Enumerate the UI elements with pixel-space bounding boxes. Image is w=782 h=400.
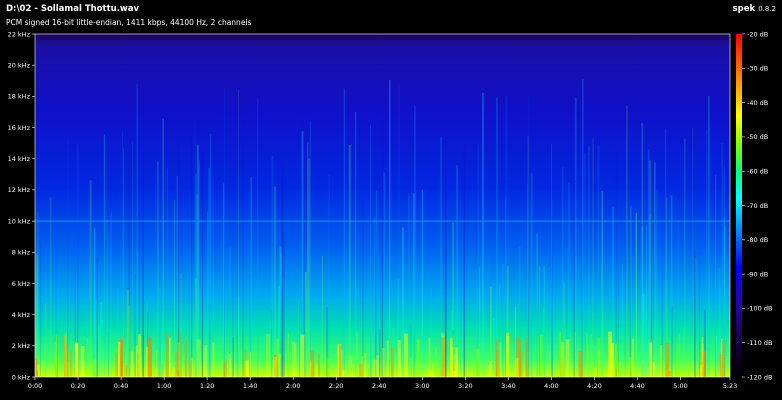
freq-tick-label: 2 kHz	[12, 342, 31, 350]
db-tick-label: -30 dB	[747, 65, 768, 73]
db-tick-label: -120 dB	[747, 373, 772, 381]
time-tick-label: 5:00	[673, 382, 688, 390]
freq-tick-label: 8 kHz	[12, 249, 31, 257]
time-tick-label: 1:20	[200, 382, 215, 390]
db-tick-label: -60 dB	[747, 168, 768, 176]
time-tick-label: 3:40	[501, 382, 516, 390]
frequency-axis: 0 kHz 2 kHz 4 kHz 6 kHz 8 kHz 10 kHz 12 kHz 14 …	[8, 30, 35, 381]
freq-tick-label: 18 kHz	[8, 93, 31, 101]
time-tick-label: 4:00	[544, 382, 559, 390]
db-tick-label: -50 dB	[747, 133, 768, 141]
db-tick-label: -100 dB	[747, 305, 772, 313]
time-tick-label: 2:00	[286, 382, 301, 390]
spek-window: D:\02 - Sollamal Thottu.wav PCM signed 1…	[0, 0, 782, 400]
db-tick-label: -40 dB	[747, 99, 768, 107]
time-tick-label: 4:20	[587, 382, 602, 390]
db-colorbar	[736, 34, 742, 377]
db-tick-label: -80 dB	[747, 236, 768, 244]
time-tick-label: 0:00	[28, 382, 43, 390]
db-tick-label: -90 dB	[747, 270, 768, 278]
time-tick-label: 3:20	[458, 382, 473, 390]
time-tick-label: 0:40	[114, 382, 129, 390]
freq-tick-label: 20 kHz	[8, 61, 31, 69]
time-tick-label: 0:20	[71, 382, 86, 390]
time-tick-label: 3:00	[415, 382, 430, 390]
freq-tick-label: 10 kHz	[8, 217, 31, 225]
freq-tick-label: 22 kHz	[8, 30, 31, 38]
spectrogram-image	[35, 34, 730, 377]
freq-tick-label: 0 kHz	[12, 373, 31, 381]
freq-tick-label: 16 kHz	[8, 124, 31, 132]
db-color-scale: -20 dB -30 dB -40 dB -50 dB -60 dB -70 dB -80 …	[736, 30, 772, 381]
spectrogram-view[interactable]: 0 kHz 2 kHz 4 kHz 6 kHz 8 kHz 10 kHz 12 kHz 14 …	[0, 0, 782, 400]
time-tick-label: 4:40	[630, 382, 645, 390]
time-tick-label: 2:20	[329, 382, 344, 390]
freq-tick-label: 4 kHz	[12, 311, 31, 319]
freq-tick-label: 6 kHz	[12, 280, 31, 288]
time-tick-label: 2:40	[372, 382, 387, 390]
db-tick-label: -70 dB	[747, 202, 768, 210]
db-tick-label: -110 dB	[747, 339, 772, 347]
freq-tick-label: 12 kHz	[8, 186, 31, 194]
time-tick-label: 1:00	[157, 382, 172, 390]
time-tick-label: 1:40	[243, 382, 258, 390]
freq-tick-label: 14 kHz	[8, 155, 31, 163]
time-tick-label: 5:23	[723, 382, 738, 390]
db-tick-label: -20 dB	[747, 30, 768, 38]
time-axis: 0:00 0:20 0:40 1:00 1:20 1:40 2:00 2:20 2:40 3:00…	[28, 377, 738, 390]
